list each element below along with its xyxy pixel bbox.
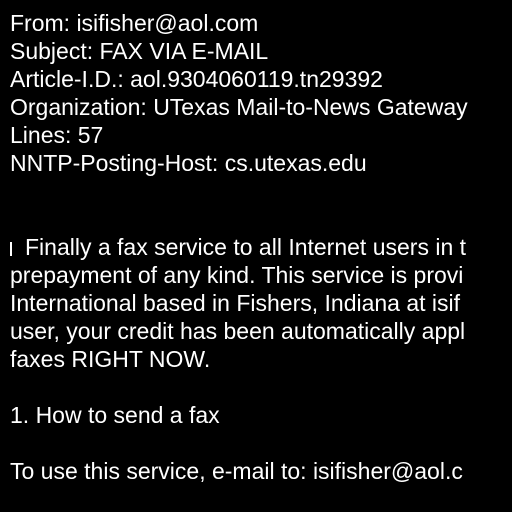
- body-line: user, your credit has been automatically…: [10, 318, 466, 344]
- body-line: faxes RIGHT NOW.: [10, 346, 211, 372]
- body-line: Finally a fax service to all Internet us…: [10, 233, 512, 261]
- body-line: prepayment of any kind. This service is …: [10, 262, 464, 288]
- header-lines: Lines: 57: [10, 122, 104, 148]
- email-message: From: isifisher@aol.com Subject: FAX VIA…: [10, 9, 512, 512]
- body-line: International based in Fishers, Indiana …: [10, 290, 461, 316]
- body-line-text: Finally a fax service to all Internet us…: [25, 234, 467, 260]
- header-from: From: isifisher@aol.com: [10, 10, 259, 36]
- header-nntp-posting-host: NNTP-Posting-Host: cs.utexas.edu: [10, 150, 367, 176]
- text-cursor-icon: [10, 242, 12, 256]
- header-article-id: Article-I.D.: aol.9304060119.tn29392: [10, 66, 383, 92]
- header-organization: Organization: UTexas Mail-to-News Gatewa…: [10, 94, 468, 120]
- section-heading: 1. How to send a fax: [10, 402, 220, 428]
- header-subject: Subject: FAX VIA E-MAIL: [10, 38, 269, 64]
- instruction-line: To use this service, e-mail to: isifishe…: [10, 458, 463, 484]
